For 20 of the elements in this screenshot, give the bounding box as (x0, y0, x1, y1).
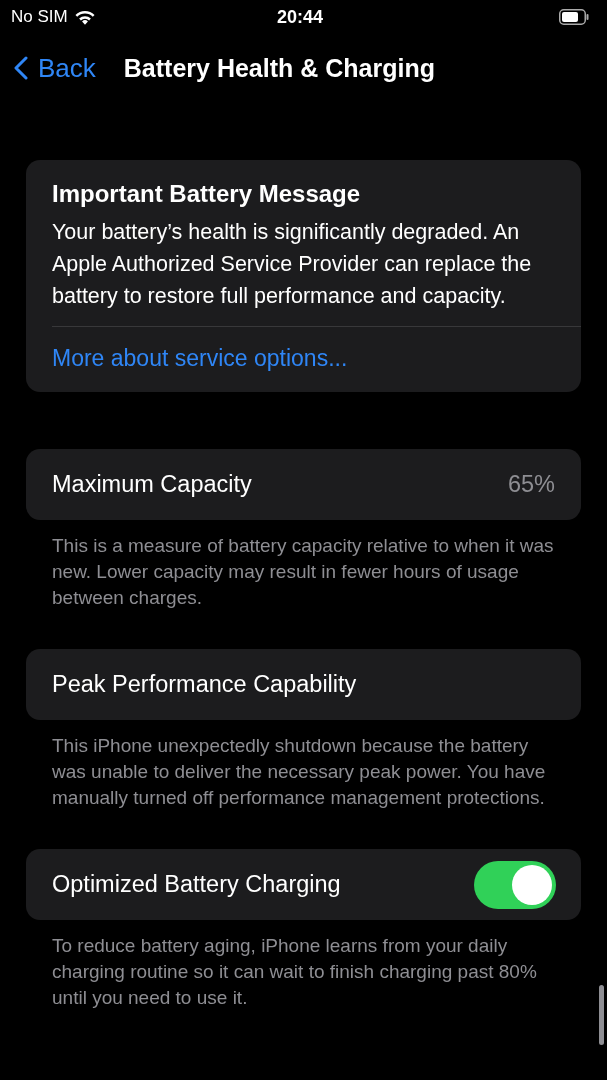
section-footer: This iPhone unexpectedly shutdown because the battery was unable to deliver the necessary peak power. You have manually turned off performance management protections. (0, 720, 607, 811)
scroll-indicator (599, 985, 604, 1045)
wifi-icon (73, 8, 96, 26)
clock-time: 20:44 (277, 6, 324, 28)
row-value: 65% (507, 471, 555, 498)
message-title: Important Battery Message (52, 180, 362, 208)
service-options-link[interactable]: More about service options... (52, 327, 348, 392)
message-text: Your battery’s health is significantly degraded. An Apple Authorized Service Provider can replace the battery to restore full performance and capacity. (52, 219, 533, 310)
row-label: Maximum Capacity (52, 471, 252, 498)
toggle-switch[interactable] (474, 860, 556, 909)
settings-row[interactable]: Optimized Battery Charging (26, 849, 581, 920)
back-chevron-icon (14, 56, 28, 80)
row-label: Optimized Battery Charging (52, 871, 341, 898)
battery-icon (559, 9, 589, 25)
section-footer: This is a measure of battery capacity relative to when it was new. Lower capacity may result in fewer hours of usage between charges. (0, 520, 607, 611)
back-button[interactable]: Back (14, 52, 96, 84)
row-label: Peak Performance Capability (52, 671, 357, 698)
page-title: Battery Health & Charging (123, 53, 435, 83)
carrier-label: No SIM (11, 7, 68, 27)
section-footer: To reduce battery aging, iPhone learns from your daily charging routine so it can wait to finish charging past 80% until you need to use it. (0, 920, 607, 1011)
